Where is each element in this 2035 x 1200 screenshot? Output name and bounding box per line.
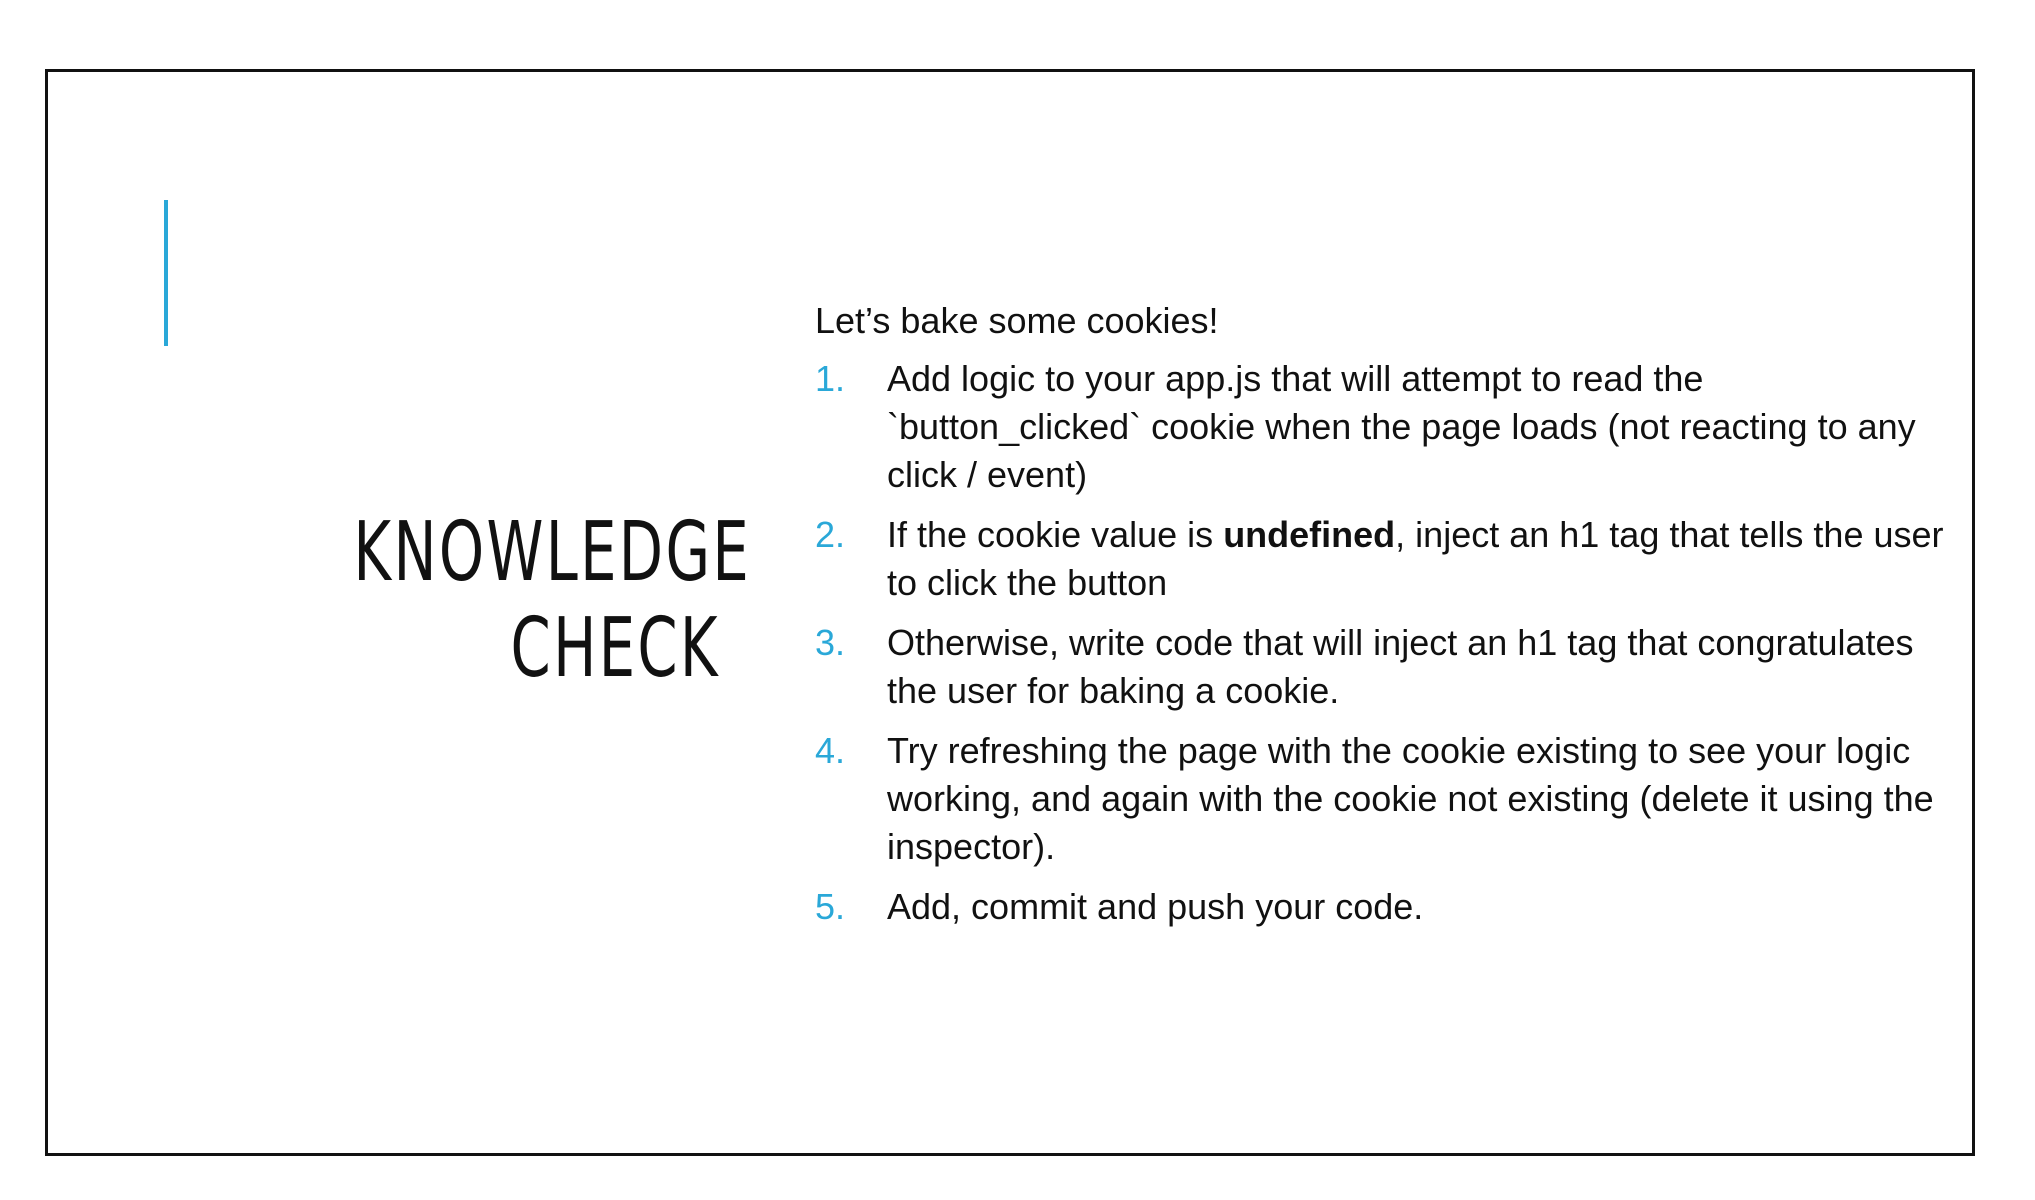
- slide-content: Let’s bake some cookies! 1. Add logic to…: [815, 295, 1965, 943]
- step-text: If the cookie value is undefined, inject…: [887, 514, 1944, 603]
- step-text-part: Add, commit and push your code.: [887, 886, 1424, 927]
- list-item: 2. If the cookie value is undefined, inj…: [815, 511, 1965, 607]
- step-text-part: Try refreshing the page with the cookie …: [887, 730, 1934, 867]
- step-number: 1.: [815, 358, 846, 399]
- slide-title-line-1: KNOWLEDGE: [353, 505, 752, 600]
- step-number: 3.: [815, 622, 846, 663]
- page: KNOWLEDGE CHECK Let’s bake some cookies!…: [0, 0, 2035, 1200]
- step-number: 4.: [815, 730, 846, 771]
- list-item: 5. Add, commit and push your code.: [815, 883, 1965, 931]
- step-text-bold: undefined: [1223, 514, 1396, 555]
- steps-list: 1. Add logic to your app.js that will at…: [815, 355, 1965, 931]
- slide-title-line-2: CHECK: [510, 601, 720, 696]
- step-number: 5.: [815, 886, 846, 927]
- accent-bar: [164, 200, 168, 346]
- step-text: Otherwise, write code that will inject a…: [887, 622, 1914, 711]
- step-text-part: Otherwise, write code that will inject a…: [887, 622, 1914, 711]
- step-text: Add, commit and push your code.: [887, 886, 1423, 927]
- list-item: 4. Try refreshing the page with the cook…: [815, 727, 1965, 871]
- intro-text: Let’s bake some cookies!: [815, 300, 1219, 341]
- slide-title: KNOWLEDGE CHECK: [353, 505, 752, 697]
- step-text: Try refreshing the page with the cookie …: [887, 730, 1934, 867]
- step-text-part: Add logic to your app.js that will attem…: [887, 358, 1916, 495]
- list-item: 3. Otherwise, write code that will injec…: [815, 619, 1965, 715]
- step-text-part: If the cookie value is: [887, 514, 1224, 555]
- step-number: 2.: [815, 514, 846, 555]
- step-text: Add logic to your app.js that will attem…: [887, 358, 1916, 495]
- list-item: 1. Add logic to your app.js that will at…: [815, 355, 1965, 499]
